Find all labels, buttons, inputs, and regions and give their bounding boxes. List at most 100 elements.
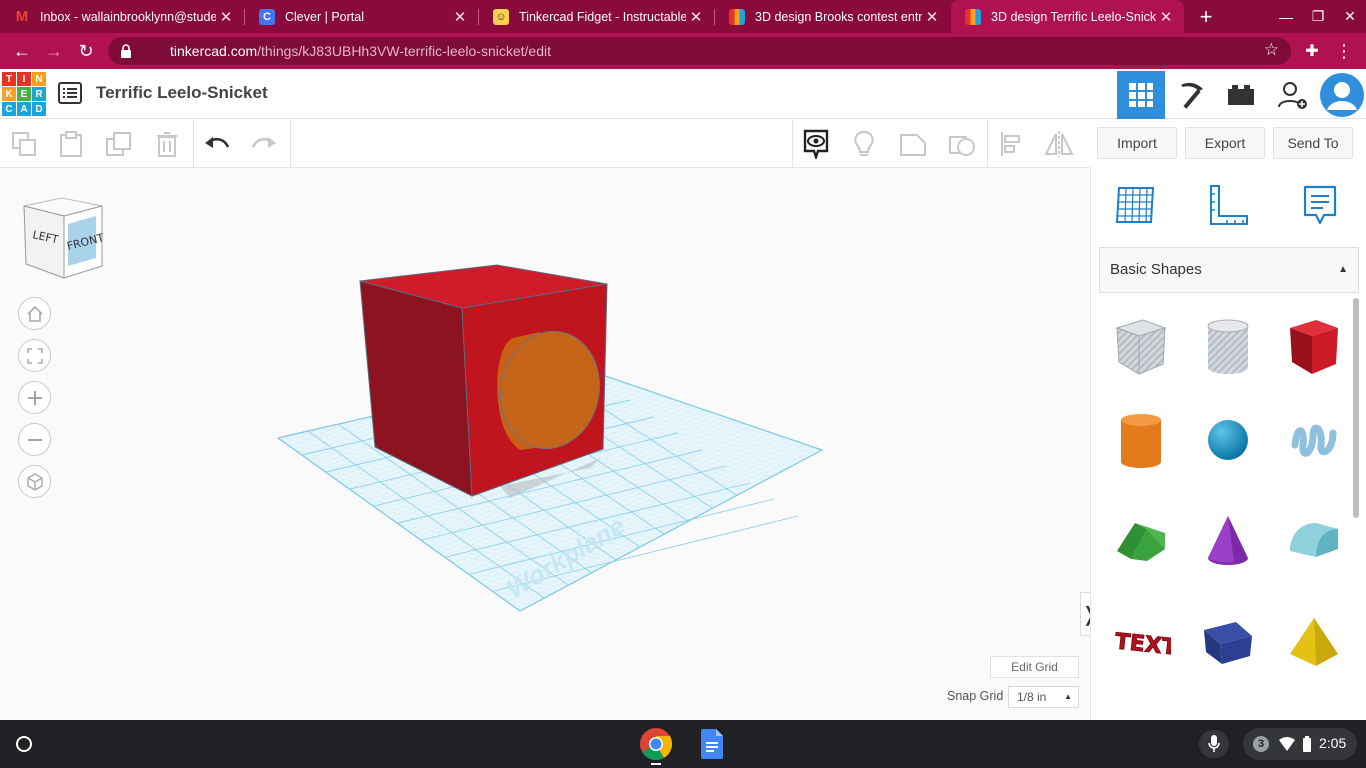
align-icon — [1001, 132, 1020, 156]
paste-button[interactable] — [53, 126, 89, 162]
undo-button[interactable] — [199, 126, 235, 162]
fit-view-button[interactable] — [18, 339, 51, 372]
edit-toolbar — [0, 120, 1090, 168]
bookmark-star-icon[interactable]: ☆ — [1264, 40, 1279, 60]
duplicate-button[interactable] — [101, 126, 137, 162]
delete-button[interactable] — [149, 126, 185, 162]
forward-button[interactable]: → — [40, 37, 68, 65]
note-eye-icon — [803, 129, 829, 159]
workplane-tool-button[interactable] — [1113, 182, 1159, 228]
workspace-canvas[interactable]: Workplane LEFT FRONT Edit Grid Snap Grid… — [0, 168, 1090, 720]
shape-scribble[interactable] — [1282, 408, 1346, 472]
ungroup-button[interactable] — [944, 126, 980, 162]
shape-sphere[interactable] — [1196, 408, 1260, 472]
address-bar[interactable]: tinkercad.com/things/kJ83UBHh3VW-terrifi… — [108, 37, 1291, 65]
tab-gmail[interactable]: M Inbox - wallainbrooklynn@stude ✕ — [0, 0, 244, 33]
design-list-icon[interactable] — [58, 82, 82, 109]
send-to-button[interactable]: Send To — [1273, 127, 1353, 159]
close-tab-icon[interactable]: ✕ — [922, 8, 942, 26]
tab-clever[interactable]: C Clever | Portal ✕ — [245, 0, 478, 33]
battery-icon — [1303, 736, 1311, 755]
shape-cone[interactable] — [1196, 508, 1260, 572]
close-tab-icon[interactable]: ✕ — [1156, 8, 1176, 26]
shape-roof[interactable] — [1109, 508, 1173, 572]
shape-box[interactable] — [1282, 314, 1346, 378]
shapes-panel: Basic Shapes ▲ TEXT — [1090, 168, 1366, 720]
close-tab-icon[interactable]: ✕ — [450, 8, 470, 26]
ruler-tool-button[interactable] — [1205, 182, 1251, 228]
show-notes-button[interactable] — [798, 126, 834, 162]
mirror-button[interactable] — [1041, 126, 1077, 162]
svg-text:TEXT: TEXT — [1114, 629, 1171, 660]
restore-button[interactable]: ❐ — [1301, 0, 1335, 33]
redo-button[interactable] — [246, 126, 282, 162]
notes-tool-button[interactable] — [1297, 182, 1343, 228]
workplane-scene[interactable]: Workplane — [0, 168, 1090, 720]
mirror-icon — [1044, 131, 1074, 157]
invite-user-button[interactable] — [1268, 71, 1316, 119]
chrome-app-icon[interactable] — [639, 727, 673, 766]
minimize-button[interactable]: — — [1269, 0, 1303, 33]
cube-outline-icon — [26, 472, 43, 491]
edit-grid-button[interactable]: Edit Grid — [990, 656, 1079, 678]
redo-icon — [251, 137, 276, 148]
shape-category-select[interactable]: Basic Shapes ▲ — [1099, 247, 1359, 293]
clipboard-icon — [60, 131, 82, 157]
projection-button[interactable] — [18, 465, 51, 498]
design-title[interactable]: Terrific Leelo-Snicket — [96, 83, 268, 103]
tab-instructables[interactable]: ☺ Tinkercad Fidget - Instructables ✕ — [479, 0, 714, 33]
export-button[interactable]: Export — [1185, 127, 1265, 159]
snap-grid-label: Snap Grid — [947, 689, 1004, 703]
plus-icon — [27, 390, 42, 405]
tab-brooks-contest[interactable]: 3D design Brooks contest entry ✕ — [715, 0, 950, 33]
new-tab-button[interactable]: + — [1189, 0, 1223, 33]
3d-design-view-button[interactable] — [1117, 71, 1165, 119]
status-tray[interactable]: 3 2:05 — [1243, 728, 1357, 760]
group-button[interactable] — [895, 126, 931, 162]
chrome-menu-icon[interactable]: ⋮ — [1330, 37, 1358, 65]
import-button[interactable]: Import — [1097, 127, 1177, 159]
tab-terrific-leelo-snicket[interactable]: 3D design Terrific Leelo-Snicket ( ✕ — [951, 0, 1184, 33]
fit-icon — [26, 347, 43, 364]
gmail-icon: M — [15, 8, 29, 25]
shape-text[interactable]: TEXT — [1109, 610, 1173, 674]
extensions-icon[interactable]: ✚ — [1298, 37, 1326, 65]
align-button[interactable] — [993, 126, 1029, 162]
close-tab-icon[interactable]: ✕ — [686, 8, 706, 26]
lightbulb-icon — [854, 130, 874, 156]
copy-button[interactable] — [6, 126, 42, 162]
shape-cylinder[interactable] — [1109, 408, 1173, 472]
view-cube[interactable]: LEFT FRONT — [20, 194, 106, 280]
toolbar-divider — [193, 120, 194, 168]
shape-wedge[interactable] — [1196, 610, 1260, 674]
toolbar-divider — [290, 120, 291, 168]
toolbar-divider — [987, 120, 988, 168]
microphone-button[interactable] — [1199, 730, 1229, 758]
launcher-icon[interactable] — [16, 736, 32, 752]
notification-count-badge: 3 — [1253, 736, 1269, 752]
shape-cylinder-hole[interactable] — [1196, 314, 1260, 378]
google-docs-icon[interactable] — [701, 729, 723, 764]
shape-box-hole[interactable] — [1109, 314, 1173, 378]
zoom-out-button[interactable] — [18, 423, 51, 456]
hint-button[interactable] — [846, 126, 882, 162]
blocks-editor-button[interactable] — [1167, 71, 1215, 119]
back-button[interactable]: ← — [8, 37, 36, 65]
wifi-icon — [1279, 737, 1295, 754]
collapse-panel-button[interactable]: ❭ — [1080, 592, 1090, 636]
close-window-button[interactable]: ✕ — [1333, 0, 1366, 33]
reload-button[interactable]: ↻ — [72, 37, 100, 65]
close-tab-icon[interactable]: ✕ — [216, 8, 236, 26]
shape-pyramid[interactable] — [1282, 610, 1346, 674]
home-view-button[interactable] — [18, 297, 51, 330]
bricks-view-button[interactable] — [1217, 71, 1265, 119]
avatar[interactable] — [1318, 71, 1366, 119]
shape-round-roof[interactable] — [1282, 508, 1346, 572]
panel-scrollbar[interactable] — [1353, 298, 1359, 518]
microphone-icon — [1208, 735, 1220, 752]
lock-icon[interactable] — [120, 43, 132, 64]
tinkercad-logo[interactable]: T I N K E R C A D — [2, 72, 46, 116]
group-icon — [900, 134, 926, 156]
zoom-in-button[interactable] — [18, 381, 51, 414]
snap-grid-select[interactable]: 1/8 in ▲ — [1008, 686, 1079, 708]
